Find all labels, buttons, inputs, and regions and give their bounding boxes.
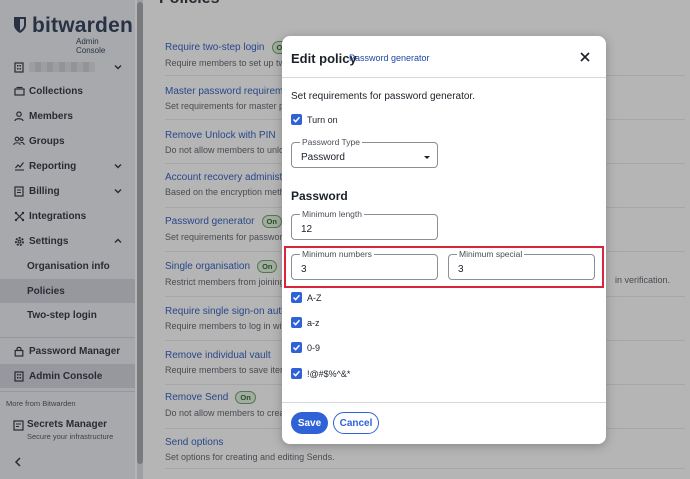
edit-policy-dialog: Edit policy Password generator Set requi…	[282, 36, 606, 444]
section-heading: Password	[291, 189, 348, 203]
close-button[interactable]	[578, 50, 592, 64]
field-value: 12	[301, 224, 313, 235]
special-characters-checkbox[interactable]: !@#$%^&*	[291, 368, 350, 379]
caret-down-icon	[424, 156, 430, 159]
close-icon	[580, 52, 590, 62]
checkbox-checked-icon[interactable]	[291, 368, 302, 379]
uppercase-checkbox[interactable]: A-Z	[291, 292, 322, 303]
minimum-length-input[interactable]: Minimum length 12	[291, 209, 438, 240]
checkbox-label: a-z	[307, 317, 320, 328]
annotation-highlight-box	[284, 246, 604, 288]
checkbox-label: 0-9	[307, 342, 321, 353]
dialog-description: Set requirements for password generator.	[291, 91, 475, 102]
dialog-header: Edit policy Password generator	[282, 36, 606, 78]
lowercase-checkbox[interactable]: a-z	[291, 317, 320, 328]
dialog-title: Edit policy	[291, 51, 357, 66]
field-label: Minimum length	[300, 209, 364, 219]
password-type-select[interactable]: Password Type Password	[291, 137, 438, 168]
checkbox-checked-icon[interactable]	[291, 292, 302, 303]
turn-on-checkbox[interactable]: Turn on	[291, 114, 338, 125]
checkbox-checked-icon[interactable]	[291, 114, 302, 125]
cancel-button[interactable]: Cancel	[333, 412, 379, 434]
checkbox-label: A-Z	[307, 292, 322, 303]
numbers-checkbox[interactable]: 0-9	[291, 342, 320, 353]
field-label: Password Type	[300, 137, 362, 147]
field-value: Password	[301, 152, 345, 163]
dialog-subtitle: Password generator	[349, 53, 430, 63]
checkbox-checked-icon[interactable]	[291, 317, 302, 328]
checkbox-label: !@#$%^&*	[307, 368, 351, 379]
dialog-footer-divider	[282, 402, 606, 403]
save-button[interactable]: Save	[291, 412, 328, 434]
checkbox-checked-icon[interactable]	[291, 342, 302, 353]
checkbox-label: Turn on	[307, 114, 338, 125]
